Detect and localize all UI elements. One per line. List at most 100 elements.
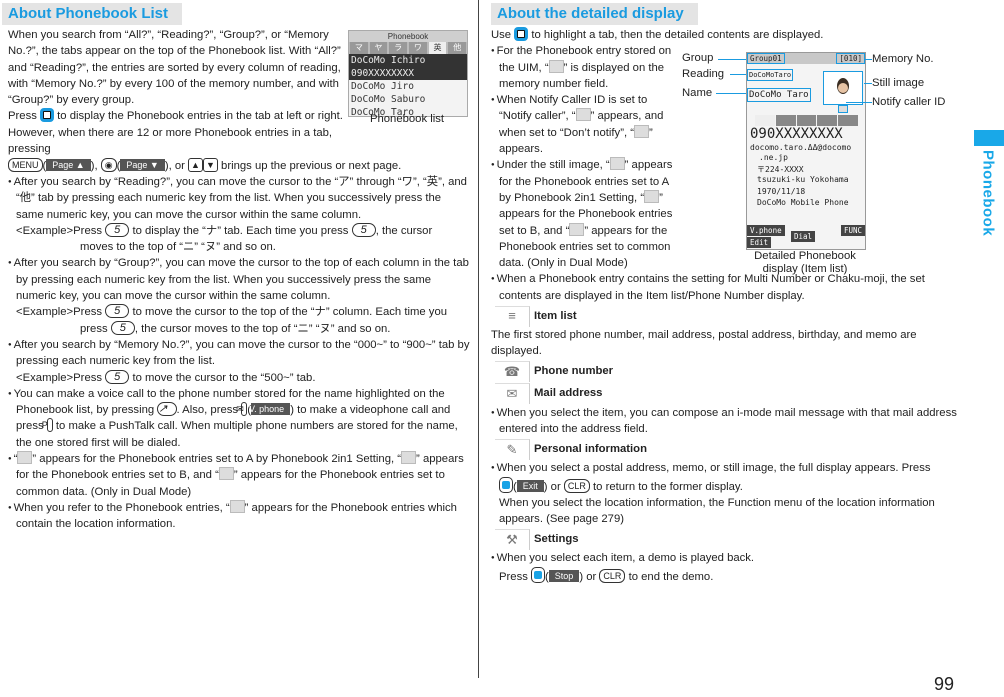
detail-address: tsuzuki-ku Yokohama bbox=[757, 175, 849, 184]
detail-mail-1: docomo.taro.ΔΔ@docomo bbox=[750, 143, 852, 152]
list-item-number: 090XXXXXXXX bbox=[349, 67, 467, 80]
bullet-memory-no: After you search by “Memory No.?”, you c… bbox=[8, 337, 470, 370]
tab-phone-number[interactable] bbox=[775, 115, 796, 126]
narrow-bullets: For the Phonebook entry stored on the UI… bbox=[489, 43, 673, 271]
tab-personal-info[interactable] bbox=[817, 115, 838, 126]
label-name: Name bbox=[682, 87, 713, 99]
tab-wa[interactable]: ワ bbox=[409, 42, 427, 54]
page-keys-line: MENU(Page ▲), ◉(Page ▼), or ▲ ▼ brings up… bbox=[0, 157, 468, 174]
settings-heading: ⚒ Settings bbox=[495, 528, 963, 550]
item-list-desc: The first stored phone number, mail addr… bbox=[491, 329, 917, 358]
settings-icon: ⚒ bbox=[495, 528, 530, 550]
detail-mail-2: .ne.jp bbox=[759, 153, 788, 162]
callout-line-group bbox=[718, 59, 746, 60]
softkey-edit[interactable]: Edit bbox=[747, 237, 772, 248]
label-reading: Reading bbox=[682, 68, 725, 80]
chapter-tab-marker bbox=[974, 130, 1004, 146]
mail-address-heading: ✉ Mail address bbox=[495, 383, 963, 405]
settings-desc: When you select each item, a demo is pla… bbox=[491, 550, 963, 566]
vphone-softkey: V. phone bbox=[249, 403, 291, 416]
use-line: Use to highlight a tab, then the detaile… bbox=[491, 27, 824, 41]
detail-group: Group01 bbox=[747, 53, 785, 64]
phonebook-list-title: Phonebook bbox=[349, 31, 467, 42]
callout-line-notify bbox=[846, 102, 872, 103]
phonebook-a-icon bbox=[17, 451, 33, 465]
softkey-dial[interactable]: Dial bbox=[791, 231, 816, 242]
column-divider bbox=[478, 0, 479, 678]
tab-ta[interactable]: 他 bbox=[448, 42, 467, 54]
mail-key-icon: ✉ bbox=[236, 402, 248, 417]
bullet-reading: After you search by “Reading?”, you can … bbox=[8, 174, 470, 223]
list-item[interactable]: DoCoMo Saburo bbox=[349, 93, 467, 106]
call-key-icon: ↗ bbox=[157, 402, 177, 417]
mail-icon: ✉ bbox=[495, 383, 530, 405]
bullet-still-image: Under the still image, “” appears for th… bbox=[491, 157, 673, 271]
bullet-voice-call: You can make a voice call to the phone n… bbox=[8, 386, 470, 451]
bullet-2in1: “” appears for the Phonebook entries set… bbox=[8, 451, 470, 500]
softkey-func[interactable]: FUNC bbox=[840, 225, 865, 236]
detail-phone: 090XXXXXXXX bbox=[750, 126, 843, 142]
tab-ma[interactable]: マ bbox=[350, 42, 368, 54]
tab-ra[interactable]: ラ bbox=[389, 42, 408, 54]
bullet-group: After you search by “Group?”, you can mo… bbox=[8, 255, 470, 304]
location-info-icon bbox=[229, 499, 245, 513]
list-item[interactable]: DoCoMo Ichiro bbox=[349, 54, 467, 67]
mail-desc: When you select the item, you can compos… bbox=[491, 405, 963, 438]
nav-key-icon bbox=[514, 27, 529, 41]
pushtalk-key-icon: P bbox=[42, 418, 53, 433]
label-notify-caller-id: Notify caller ID bbox=[872, 96, 946, 108]
page-up-softkey: Page ▲ bbox=[46, 158, 91, 171]
bullets-left: After you search by “Reading?”, you can … bbox=[0, 174, 470, 533]
menu-key-icon: MENU bbox=[8, 157, 43, 172]
center-key-icon bbox=[531, 566, 546, 583]
settings-keys: Press (Stop) or CLR to end the demo. bbox=[491, 566, 963, 585]
tab-settings[interactable] bbox=[838, 115, 858, 126]
label-memory-no: Memory No. bbox=[872, 53, 934, 65]
phonebook-common-icon bbox=[218, 467, 234, 481]
phonebook-b-icon bbox=[644, 189, 660, 203]
notify-caller-icon bbox=[575, 108, 591, 122]
callout-line-reading bbox=[730, 74, 746, 75]
tab-ei[interactable]: 英 bbox=[428, 42, 447, 54]
key-5-icon: 5 bbox=[110, 320, 135, 335]
detail-reading: DoCoMoTaro bbox=[747, 69, 794, 81]
tab-mail-address[interactable] bbox=[796, 115, 817, 126]
phonebook-list-tabs: マ ヤ ラ ワ 英 他 bbox=[349, 42, 467, 54]
face-photo-icon bbox=[837, 78, 849, 94]
example-memory-no: <Example>Press 5 to move the cursor to t… bbox=[16, 369, 316, 384]
personal-location: When you select the location information… bbox=[499, 496, 935, 526]
phone-icon: ☎ bbox=[495, 361, 530, 383]
key-5-icon: 5 bbox=[105, 304, 130, 319]
page-number: 99 bbox=[934, 674, 955, 694]
still-image bbox=[823, 71, 863, 105]
detailed-display-caption: Detailed Phonebook display (Item list) bbox=[754, 250, 856, 275]
phonebook-b-icon bbox=[401, 451, 417, 465]
personal-desc: When you select a postal address, memo, … bbox=[491, 460, 963, 476]
phonebook-list-caption: Phonebook list bbox=[369, 113, 445, 125]
intro-text: When you search from “All?”, “Reading?”,… bbox=[8, 29, 341, 107]
phonebook-common-icon bbox=[569, 222, 585, 236]
label-group: Group bbox=[682, 52, 714, 64]
section-title-detailed-display: About the detailed display bbox=[491, 3, 698, 25]
tab-item-list[interactable] bbox=[755, 115, 775, 126]
notify-caller-id-icon bbox=[838, 105, 848, 113]
stop-softkey: Stop bbox=[548, 569, 580, 582]
softkey-vphone[interactable]: V.phone bbox=[747, 225, 785, 236]
detail-tabs bbox=[755, 115, 859, 126]
phone-number-heading: ☎ Phone number bbox=[495, 361, 963, 383]
personal-keys: (Exit) or CLR to return to the former di… bbox=[491, 476, 963, 495]
example-reading: <Example>Press 5 to display the “ナ” tab.… bbox=[16, 222, 433, 237]
personal-info-icon: ✎ bbox=[495, 438, 530, 460]
callout-line-still-image bbox=[864, 83, 872, 84]
up-key-icon: ▲ bbox=[188, 157, 203, 172]
bullet-notify: When Notify Caller ID is set to “Notify … bbox=[491, 92, 673, 157]
example-reading-cont: moves to the top of “ニ” “ヌ” and so on. bbox=[80, 241, 276, 254]
tab-ya[interactable]: ヤ bbox=[369, 42, 388, 54]
bullet-location: When you refer to the Phonebook entries,… bbox=[8, 499, 470, 533]
example-group: <Example>Press 5 to move the cursor to t… bbox=[16, 304, 448, 319]
label-still-image: Still image bbox=[872, 77, 925, 89]
list-item[interactable]: DoCoMo Jiro bbox=[349, 80, 467, 93]
exit-softkey: Exit bbox=[516, 479, 544, 492]
uim-icon bbox=[548, 59, 564, 73]
detail-memo: DoCoMo Mobile Phone bbox=[757, 198, 849, 207]
